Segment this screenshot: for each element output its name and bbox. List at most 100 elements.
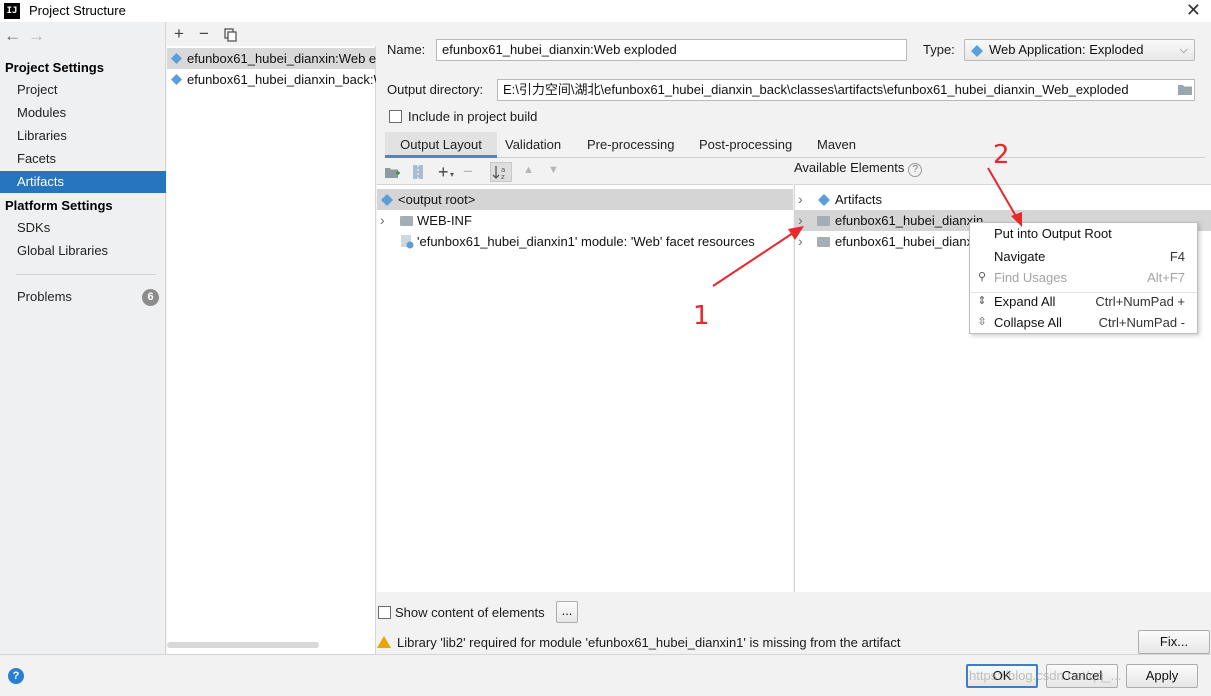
annotation-number-2: 2: [993, 140, 1010, 170]
folder-icon: [400, 216, 413, 226]
sidebar-item-libraries[interactable]: Libraries: [0, 125, 166, 147]
include-in-build-checkbox[interactable]: [389, 110, 402, 123]
tab-maven[interactable]: Maven: [811, 132, 862, 158]
name-input[interactable]: efunbox61_hubei_dianxin:Web exploded: [436, 39, 907, 61]
tree-row-label: efunbox61_hubei_dianx: [835, 234, 974, 249]
menu-item-put-into-output-root[interactable]: Put into Output Root: [970, 223, 1197, 244]
help-icon[interactable]: ?: [908, 163, 923, 177]
menu-item-navigate[interactable]: Navigate F4: [970, 246, 1197, 267]
problems-count-badge: 6: [142, 289, 159, 306]
type-select[interactable]: Web Application: Exploded ⌵: [964, 39, 1195, 61]
window-title: Project Structure: [29, 3, 126, 18]
annotation-number-1: 1: [693, 301, 710, 331]
copy-artifact-icon[interactable]: [224, 27, 238, 47]
name-label: Name:: [387, 42, 426, 57]
sidebar-item-sdks[interactable]: SDKs: [0, 217, 166, 239]
help-icon[interactable]: ?: [8, 668, 24, 684]
add-artifact-icon[interactable]: +: [174, 24, 184, 44]
remove-element-icon[interactable]: −: [463, 162, 473, 182]
artifact-diamond-icon: [171, 74, 182, 85]
new-folder-icon[interactable]: [385, 166, 400, 182]
artifacts-icon: [818, 194, 830, 206]
fix-button[interactable]: Fix...: [1138, 630, 1210, 654]
context-menu: Put into Output Root Navigate F4 ⚲ Find …: [969, 222, 1198, 334]
sidebar-item-artifacts[interactable]: Artifacts: [0, 171, 166, 193]
tree-row-label: WEB-INF: [417, 213, 472, 228]
tab-validation[interactable]: Validation: [499, 132, 567, 158]
cancel-button[interactable]: Cancel: [1046, 664, 1118, 688]
type-label: Type:: [923, 42, 955, 57]
back-arrow-icon[interactable]: ←: [4, 26, 21, 46]
sidebar-item-project[interactable]: Project: [0, 79, 166, 101]
include-in-build-label: Include in project build: [408, 109, 538, 124]
tab-post-processing[interactable]: Post-processing: [693, 132, 798, 158]
tab-output-layout[interactable]: Output Layout: [385, 132, 497, 158]
collapse-all-icon: ⇳: [977, 316, 987, 328]
sort-elements-icon[interactable]: az: [490, 162, 512, 182]
artifact-item[interactable]: efunbox61_hubei_dianxin_back:Web explode…: [167, 69, 376, 90]
chevron-right-icon[interactable]: ›: [380, 210, 385, 231]
browse-folder-icon[interactable]: [1178, 83, 1192, 98]
tree-row-facet-resources[interactable]: 'efunbox61_hubei_dianxin1' module: 'Web'…: [377, 231, 793, 252]
chevron-down-icon: ⌵: [1179, 44, 1188, 56]
menu-item-label: Find Usages: [994, 270, 1067, 285]
tree-row-label: 'efunbox61_hubei_dianxin1' module: 'Web'…: [417, 234, 755, 249]
output-directory-input[interactable]: E:\引力空间\湖北\efunbox61_hubei_dianxin_back\…: [497, 79, 1195, 101]
apply-button[interactable]: Apply: [1126, 664, 1198, 688]
show-content-checkbox[interactable]: [378, 606, 391, 619]
sidebar-item-facets[interactable]: Facets: [0, 148, 166, 170]
close-icon[interactable]: ✕: [1186, 0, 1201, 20]
menu-item-shortcut: F4: [1169, 249, 1185, 264]
menu-item-find-usages[interactable]: ⚲ Find Usages Alt+F7: [970, 267, 1197, 288]
artifact-item-label: efunbox61_hubei_dianxin_back:Web explode…: [187, 72, 376, 87]
menu-item-shortcut: Ctrl+NumPad +: [1095, 294, 1185, 309]
chevron-right-icon[interactable]: ›: [798, 210, 803, 231]
archive-icon[interactable]: [412, 165, 424, 182]
tree-row-output-root[interactable]: <output root>: [377, 189, 793, 210]
artifact-list-panel: + − efunbox61_hubei_dianxin:Web exploded…: [167, 22, 376, 654]
move-down-icon[interactable]: ▼: [548, 164, 559, 176]
available-elements-title: Available Elements: [794, 160, 905, 175]
module-folder-icon: [817, 237, 830, 247]
menu-item-label: Put into Output Root: [994, 226, 1112, 241]
web-artifact-icon: [971, 45, 983, 57]
artifact-toolbar: + −: [167, 22, 376, 46]
tree-row-label: <output root>: [398, 192, 476, 207]
menu-item-label: Expand All: [994, 294, 1056, 309]
sidebar-divider: [16, 274, 156, 275]
artifact-item[interactable]: efunbox61_hubei_dianxin:Web exploded: [167, 48, 376, 69]
output-directory-label: Output directory:: [387, 82, 484, 97]
sidebar-item-modules[interactable]: Modules: [0, 102, 166, 124]
tree-row-web-inf[interactable]: › WEB-INF: [377, 210, 793, 231]
tree-row-label: Artifacts: [835, 192, 882, 207]
move-up-icon[interactable]: ▲: [523, 164, 534, 176]
artifact-diamond-icon: [171, 53, 182, 64]
menu-item-label: Navigate: [994, 249, 1046, 264]
tree-row-artifacts[interactable]: › Artifacts: [795, 189, 1211, 210]
settings-sidebar: ← → Project Settings Project Modules Lib…: [0, 22, 166, 654]
ok-button[interactable]: OK: [966, 664, 1038, 688]
element-options-button[interactable]: ...: [556, 601, 578, 623]
web-resource-icon: [401, 235, 414, 249]
available-elements-header: Available Elements?: [794, 160, 923, 177]
artifact-item-label: efunbox61_hubei_dianxin:Web exploded: [187, 51, 376, 66]
artifact-editor: Name: efunbox61_hubei_dianxin:Web explod…: [377, 22, 1211, 654]
svg-text:z: z: [501, 173, 505, 181]
add-element-icon[interactable]: +: [438, 162, 449, 183]
tree-row-label: efunbox61_hubei_dianxin: [835, 213, 984, 228]
horizontal-scrollbar[interactable]: [167, 642, 319, 648]
menu-item-expand-all[interactable]: ⇕ Expand All Ctrl+NumPad +: [970, 291, 1197, 312]
forward-arrow-icon[interactable]: →: [28, 26, 45, 46]
chevron-right-icon[interactable]: ›: [798, 231, 803, 252]
tab-pre-processing[interactable]: Pre-processing: [581, 132, 680, 158]
title-bar: IJ Project Structure ✕: [0, 0, 1211, 22]
warning-message: Library 'lib2' required for module 'efun…: [397, 635, 901, 650]
module-folder-icon: [817, 216, 830, 226]
dialog-footer: ? OK Cancel Apply https://blog.csdn.net/…: [0, 654, 1211, 696]
add-dropdown-chevron-icon[interactable]: ▾: [450, 170, 454, 179]
sidebar-item-global-libraries[interactable]: Global Libraries: [0, 240, 166, 262]
menu-item-collapse-all[interactable]: ⇳ Collapse All Ctrl+NumPad -: [970, 312, 1197, 333]
chevron-right-icon[interactable]: ›: [798, 189, 803, 210]
menu-item-label: Collapse All: [994, 315, 1062, 330]
remove-artifact-icon[interactable]: −: [199, 24, 209, 44]
